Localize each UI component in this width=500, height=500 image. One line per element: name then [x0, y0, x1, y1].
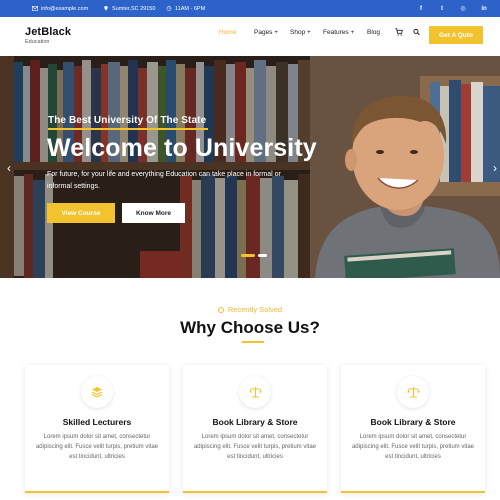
- section-tag: Recently Solved: [0, 305, 500, 314]
- social-links: f t ◎ in: [417, 0, 488, 17]
- logo-title[interactable]: JetBlack: [25, 26, 71, 38]
- hours-text: 11AM - 6PM: [175, 5, 206, 12]
- email-info[interactable]: info@example.com: [32, 0, 88, 17]
- envelope-icon: [32, 6, 38, 11]
- section-title-underline: [242, 341, 264, 343]
- card-accent-bar: [341, 491, 485, 493]
- hero-background-image: [0, 56, 500, 278]
- feature-card[interactable]: Book Library & Store Lorem ipsum dolor s…: [183, 365, 327, 493]
- card-icon-circle: [239, 376, 271, 408]
- get-quote-button[interactable]: Get A Quto: [429, 26, 483, 44]
- nav-pages[interactable]: Pages +: [254, 29, 278, 36]
- email-text: info@example.com: [41, 5, 89, 12]
- scale-icon: [248, 387, 262, 398]
- hours-info: 11AM - 6PM: [166, 0, 205, 17]
- card-icon-circle: [81, 376, 113, 408]
- hero-slider: ‹ ›: [0, 56, 500, 278]
- slider-dot[interactable]: [258, 254, 267, 257]
- card-title: Book Library & Store: [212, 417, 298, 427]
- card-text: Lorem ipsum dolor sit amet, consectetur …: [351, 434, 475, 460]
- nav-blog[interactable]: Blog: [367, 29, 380, 36]
- section-tag-label: Recently Solved: [227, 305, 283, 314]
- logo-subtitle: Education: [25, 39, 50, 45]
- card-title: Book Library & Store: [370, 417, 456, 427]
- card-accent-bar: [183, 491, 327, 493]
- card-icon-circle: [397, 376, 429, 408]
- card-text: Lorem ipsum dolor sit amet, consectetur …: [193, 434, 317, 460]
- scale-icon: [406, 387, 420, 398]
- map-pin-icon: [104, 6, 108, 11]
- feature-card[interactable]: Skilled Lecturers Lorem ipsum dolor sit …: [25, 365, 169, 493]
- prev-slide-arrow[interactable]: ‹: [7, 161, 11, 175]
- instagram-icon[interactable]: ◎: [459, 5, 467, 12]
- location-info: Sumter,SC 29150: [103, 0, 155, 17]
- location-text: Sumter,SC 29150: [112, 5, 156, 12]
- site-header: JetBlack Education Home Pages + Shop + F…: [0, 17, 500, 55]
- next-slide-arrow[interactable]: ›: [493, 161, 497, 175]
- nav-features[interactable]: Features +: [323, 29, 354, 36]
- nav-shop[interactable]: Shop +: [290, 29, 311, 36]
- hero-description: For future, for your life and everything…: [47, 171, 281, 190]
- linkedin-icon[interactable]: in: [480, 6, 488, 12]
- nav-home[interactable]: Home: [219, 29, 236, 36]
- section-title: Why Choose Us?: [180, 318, 320, 337]
- search-icon[interactable]: [413, 28, 420, 36]
- slider-dot-active[interactable]: [241, 254, 255, 257]
- feature-card[interactable]: Book Library & Store Lorem ipsum dolor s…: [341, 365, 485, 493]
- card-accent-bar: [25, 491, 169, 493]
- hero-title: Welcome to University: [47, 134, 317, 162]
- clock-icon: [166, 6, 172, 11]
- hero-eyebrow: The Best University Of The State: [48, 115, 207, 126]
- view-course-button[interactable]: View Course: [47, 203, 115, 223]
- top-info-bar: info@example.com Sumter,SC 29150 11AM - …: [0, 0, 500, 17]
- ring-icon: [217, 306, 224, 313]
- card-title: Skilled Lecturers: [62, 417, 132, 427]
- hero-eyebrow-underline: [48, 128, 208, 130]
- facebook-icon[interactable]: f: [417, 6, 425, 12]
- cart-icon[interactable]: [395, 28, 403, 36]
- know-more-button[interactable]: Know More: [122, 203, 185, 223]
- layers-icon: [91, 387, 103, 398]
- twitter-icon[interactable]: t: [438, 6, 446, 12]
- card-text: Lorem ipsum dolor sit amet, consectetur …: [35, 434, 159, 460]
